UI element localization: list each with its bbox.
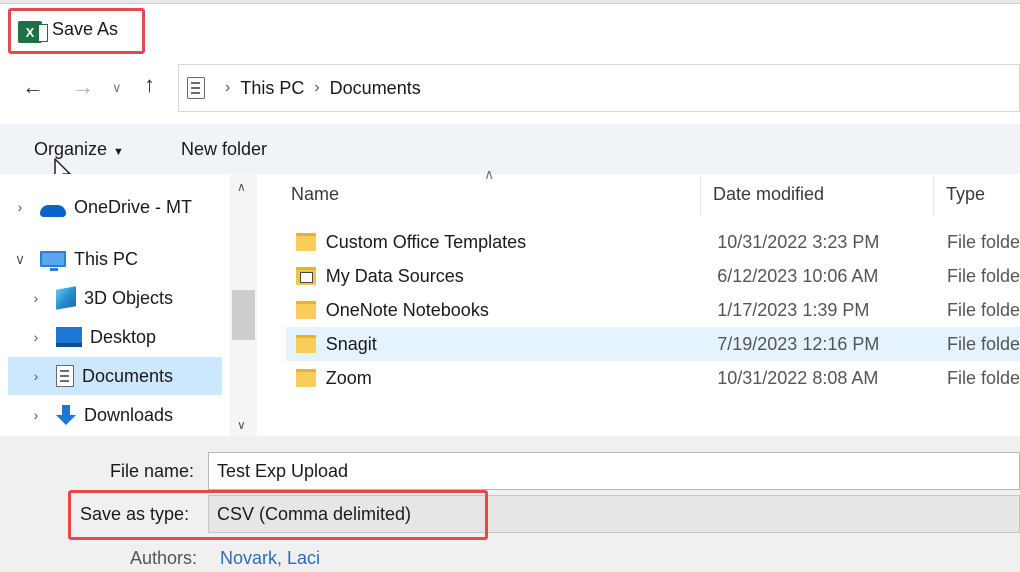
- scroll-up-icon[interactable]: ∧: [237, 180, 246, 194]
- folder-icon: [296, 301, 316, 319]
- expand-chevron-icon[interactable]: ›: [26, 407, 46, 423]
- authors-label: Authors:: [130, 548, 198, 568]
- new-folder-button[interactable]: New folder: [181, 139, 267, 160]
- scroll-down-icon[interactable]: ∨: [237, 418, 246, 432]
- nav-item-label: OneDrive - MT: [74, 196, 193, 217]
- nav-item-label: 3D Objects: [84, 287, 174, 308]
- caret-down-icon: ▼: [113, 146, 124, 158]
- file-name-input[interactable]: Test Exp Upload: [208, 452, 1020, 490]
- file-name: Custom Office Templates: [325, 231, 527, 252]
- file-date: 6/12/2023 10:06 AM: [717, 265, 879, 286]
- desktop-icon: [56, 327, 82, 347]
- this-pc-icon: [40, 251, 66, 271]
- folder-icon: [296, 335, 316, 353]
- file-row[interactable]: Custom Office Templates 10/31/2022 3:23 …: [286, 225, 1020, 259]
- nav-item-desktop[interactable]: › Desktop: [0, 318, 230, 356]
- file-date: 10/31/2022 8:08 AM: [717, 367, 879, 388]
- file-date: 10/31/2022 3:23 PM: [717, 231, 880, 252]
- column-header-name[interactable]: Name: [291, 184, 339, 205]
- file-date: 1/17/2023 1:39 PM: [717, 299, 870, 320]
- organize-label: Organize: [34, 139, 108, 159]
- expand-chevron-icon[interactable]: ›: [10, 199, 30, 215]
- file-row-selected[interactable]: Snagit 7/19/2023 12:16 PM File folder: [286, 327, 1020, 361]
- command-toolbar: [0, 124, 1020, 174]
- nav-item-label: Documents: [82, 365, 174, 386]
- up-arrow-icon[interactable]: ↑: [144, 74, 155, 96]
- data-sources-folder-icon: [296, 267, 316, 285]
- file-row[interactable]: My Data Sources 6/12/2023 10:06 AM File …: [286, 259, 1020, 293]
- file-type: File folder: [947, 299, 1020, 320]
- back-arrow-icon[interactable]: ←: [22, 76, 44, 98]
- sort-ascending-icon: ∧: [484, 166, 495, 182]
- collapse-chevron-icon[interactable]: ∨: [10, 251, 30, 268]
- file-type: File folder: [947, 231, 1020, 252]
- nav-item-this-pc[interactable]: ∨ This PC: [0, 240, 230, 278]
- file-type: File folder: [947, 367, 1020, 388]
- file-name: My Data Sources: [325, 265, 464, 286]
- authors-value-link[interactable]: Novark, Laci: [220, 548, 320, 569]
- breadcrumb-documents[interactable]: Documents: [330, 78, 421, 99]
- nav-item-label: This PC: [74, 248, 139, 269]
- downloads-icon: [56, 405, 76, 425]
- file-name: Zoom: [325, 367, 372, 388]
- expand-chevron-icon[interactable]: ›: [26, 368, 46, 384]
- file-row[interactable]: OneNote Notebooks 1/17/2023 1:39 PM File…: [286, 293, 1020, 327]
- nav-item-documents[interactable]: › Documents: [8, 357, 222, 395]
- forward-arrow-icon[interactable]: →: [72, 76, 94, 98]
- folder-icon: [296, 369, 316, 387]
- file-name: OneNote Notebooks: [325, 299, 489, 320]
- file-name-label: File name:: [110, 461, 195, 481]
- address-bar[interactable]: › This PC › Documents: [178, 64, 1020, 112]
- documents-location-icon: [187, 77, 205, 99]
- file-date: 7/19/2023 12:16 PM: [717, 333, 880, 354]
- onedrive-icon: [40, 205, 66, 217]
- expand-chevron-icon[interactable]: ›: [26, 290, 46, 306]
- recent-locations-chevron-icon[interactable]: ∨: [112, 80, 122, 96]
- save-type-highlight-box: [68, 490, 488, 540]
- nav-item-onedrive[interactable]: › OneDrive - MT: [0, 188, 230, 226]
- column-header-date-modified[interactable]: Date modified: [713, 184, 824, 205]
- breadcrumb-this-pc[interactable]: This PC: [240, 78, 304, 99]
- title-bar: [0, 4, 1020, 60]
- nav-item-downloads[interactable]: › Downloads: [0, 396, 230, 434]
- organize-button[interactable]: Organize ▼: [34, 139, 124, 160]
- navigation-pane-scroll-thumb[interactable]: [232, 290, 255, 340]
- folder-icon: [296, 233, 316, 251]
- breadcrumb-separator-icon[interactable]: ›: [314, 79, 319, 97]
- nav-item-3d-objects[interactable]: › 3D Objects: [0, 279, 230, 317]
- file-row[interactable]: Zoom 10/31/2022 8:08 AM File folder: [286, 361, 1020, 395]
- file-type: File folder: [947, 333, 1020, 354]
- documents-icon: [56, 365, 74, 387]
- 3d-objects-icon: [56, 286, 76, 310]
- title-highlight-box: [8, 8, 145, 54]
- nav-item-label: Downloads: [84, 404, 174, 425]
- file-name: Snagit: [325, 333, 377, 354]
- expand-chevron-icon[interactable]: ›: [26, 329, 46, 345]
- column-divider[interactable]: [933, 176, 934, 216]
- column-divider[interactable]: [700, 176, 701, 216]
- nav-item-label: Desktop: [90, 326, 157, 347]
- file-type: File folder: [947, 265, 1020, 286]
- column-header-type[interactable]: Type: [946, 184, 985, 205]
- breadcrumb-separator-icon[interactable]: ›: [225, 79, 230, 97]
